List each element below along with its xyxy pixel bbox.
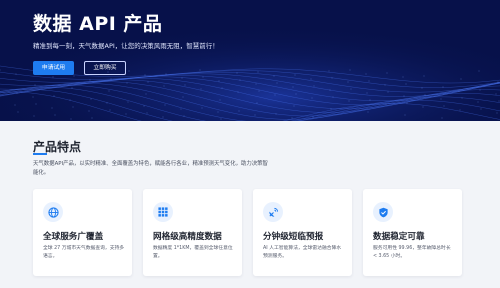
hero-banner: 数据 API 产品 精准到每一刻，天气数据API，让您的决策风雨无阻，智慧前行！…	[0, 0, 500, 121]
feature-card-global: 全球服务广覆盖 全球 27 万城市天气数据查询，支持多语言。	[33, 189, 132, 276]
card-description: 全球 27 万城市天气数据查询，支持多语言。	[43, 246, 125, 259]
page-title: 数据 API 产品	[33, 13, 163, 35]
card-title: 分钟级短临预报	[263, 232, 324, 242]
card-title: 全球服务广覆盖	[43, 232, 104, 242]
buy-now-button[interactable]: 立即购买	[84, 61, 126, 75]
title-underline	[33, 153, 47, 155]
card-description: AI 人工智能算法，全球雷达融合降水预测服务。	[263, 246, 342, 259]
feature-card-nowcast: 分钟级短临预报 AI 人工智能算法，全球雷达融合降水预测服务。	[253, 189, 352, 276]
grid-icon	[153, 202, 173, 222]
shield-check-icon	[373, 202, 393, 222]
card-description: 数据精度 1*1KM，覆盖到全球任意位置。	[153, 246, 233, 259]
feature-card-reliability: 数据稳定可靠 服务可用性 99.96，整年故障总时长 < 3.65 小时。	[363, 189, 462, 276]
card-title: 数据稳定可靠	[373, 232, 425, 242]
hero-subtitle: 精准到每一刻，天气数据API，让您的决策风雨无阻，智慧前行！	[33, 42, 219, 50]
feature-card-grid: 网格级高精度数据 数据精度 1*1KM，覆盖到全球任意位置。	[143, 189, 242, 276]
card-description: 服务可用性 99.96，整年故障总时长 < 3.65 小时。	[373, 246, 451, 259]
card-title: 网格级高精度数据	[153, 232, 222, 242]
apply-trial-button[interactable]: 申请试用	[33, 61, 74, 75]
globe-icon	[43, 202, 63, 222]
satellite-icon	[263, 202, 283, 222]
section-description: 天气数据API产品，以实时精准、全面覆盖为特色，赋能各行各业，精准预测天气变化，…	[33, 161, 268, 176]
